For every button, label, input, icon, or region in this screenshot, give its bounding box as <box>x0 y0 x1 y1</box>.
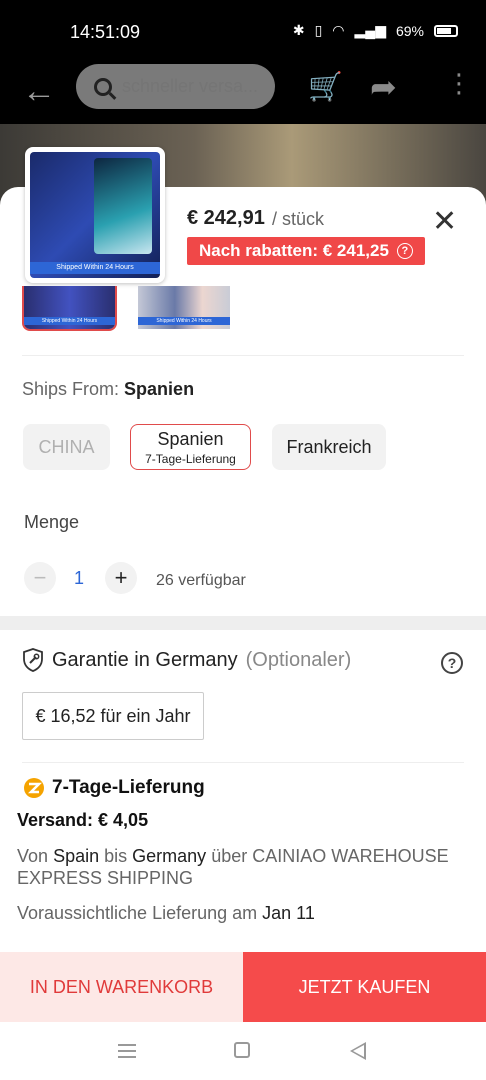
ship-option-frankreich[interactable]: Frankreich <box>272 424 386 470</box>
price-unit: / stück <box>272 209 325 229</box>
shipping-cost: Versand: € 4,05 <box>17 810 149 830</box>
add-to-cart-button[interactable]: IN DEN WARENKORB <box>0 952 243 1022</box>
delivery-logo-icon <box>24 778 44 798</box>
battery-icon <box>434 24 458 37</box>
cart-icon[interactable]: 🛒 <box>308 70 343 103</box>
discount-label: Nach rabatten: € 241,25 <box>199 241 389 260</box>
variant-caption: Shipped Within 24 Hours <box>24 317 115 325</box>
bluetooth-icon: ✱ <box>292 22 305 38</box>
help-icon[interactable]: ? <box>441 652 463 674</box>
close-icon[interactable]: ✕ <box>432 204 457 239</box>
shield-wrench-icon <box>23 648 43 672</box>
search-input[interactable] <box>122 76 262 97</box>
quantity-value[interactable]: 1 <box>74 568 84 589</box>
variant-caption: Shipped Within 24 Hours <box>138 317 230 325</box>
question-icon: ? <box>396 243 413 259</box>
phone-screen <box>94 158 152 254</box>
vibrate-icon: ▯ <box>314 22 323 38</box>
battery-percent: 69% <box>395 22 424 39</box>
variant-thumb-blue[interactable]: Shipped Within 24 Hours <box>22 286 117 331</box>
ship-option-china[interactable]: CHINA <box>23 424 110 470</box>
quantity-label: Menge <box>24 512 80 532</box>
home-icon[interactable] <box>234 1042 250 1058</box>
warranty-optional: (Optionaler) <box>245 648 352 671</box>
section-separator <box>0 616 486 630</box>
search-icon <box>94 77 112 96</box>
ships-from-selected: Spanien <box>124 379 195 399</box>
buy-now-button[interactable]: JETZT KAUFEN <box>243 952 486 1022</box>
shipping-route: Von Spain bis Germany über CAINIAO WAREH… <box>17 846 449 888</box>
price: € 242,91 <box>187 207 265 229</box>
phone-image: Shipped Within 24 Hours <box>30 152 160 278</box>
decrease-quantity-button[interactable]: − <box>24 562 56 594</box>
search-box[interactable] <box>76 64 275 109</box>
available-stock: 26 verfügbar <box>156 572 246 589</box>
back-arrow-icon[interactable]: ← <box>22 72 56 111</box>
divider <box>22 762 464 763</box>
wifi-icon: ◠ <box>332 22 345 38</box>
recent-apps-icon[interactable] <box>118 1044 136 1058</box>
status-bar: 14:51:09 ✱ ▯ ◠ ▂▄▆ 69% <box>0 0 486 64</box>
estimated-delivery: Voraussichtliche Lieferung am Jan 11 <box>17 903 315 923</box>
delivery-title: 7-Tage-Lieferung <box>22 777 205 799</box>
signal-icon: ▂▄▆ <box>354 22 386 38</box>
divider <box>22 355 464 356</box>
ship-option-spanien[interactable]: Spanien 7-Tage-Lieferung <box>130 424 251 470</box>
more-options-icon[interactable]: ⋮ <box>446 68 472 99</box>
warranty-option[interactable]: € 16,52 für ein Jahr <box>22 692 204 740</box>
status-time: 14:51:09 <box>70 22 141 42</box>
increase-quantity-button[interactable]: + <box>105 562 137 594</box>
warranty-title: Garantie in Germany <box>52 648 238 671</box>
ships-from-label: Ships From: Spanien <box>22 379 195 399</box>
shipped-caption: Shipped Within 24 Hours <box>30 262 160 274</box>
app-bar: ← 🛒 ➦ ⋮ <box>0 64 486 124</box>
back-triangle-icon[interactable] <box>350 1042 366 1060</box>
warranty-header: Garantie in Germany (Optionaler) <box>22 648 351 672</box>
selected-product-image: Shipped Within 24 Hours <box>25 147 165 283</box>
status-icons: ✱ ▯ ◠ ▂▄▆ 69% <box>293 22 458 39</box>
share-icon[interactable]: ➦ <box>370 68 397 106</box>
discount-badge[interactable]: Nach rabatten: € 241,25 ? <box>187 237 425 265</box>
system-nav-bar <box>0 1022 486 1080</box>
variant-thumb-silver[interactable]: Shipped Within 24 Hours <box>138 286 230 329</box>
